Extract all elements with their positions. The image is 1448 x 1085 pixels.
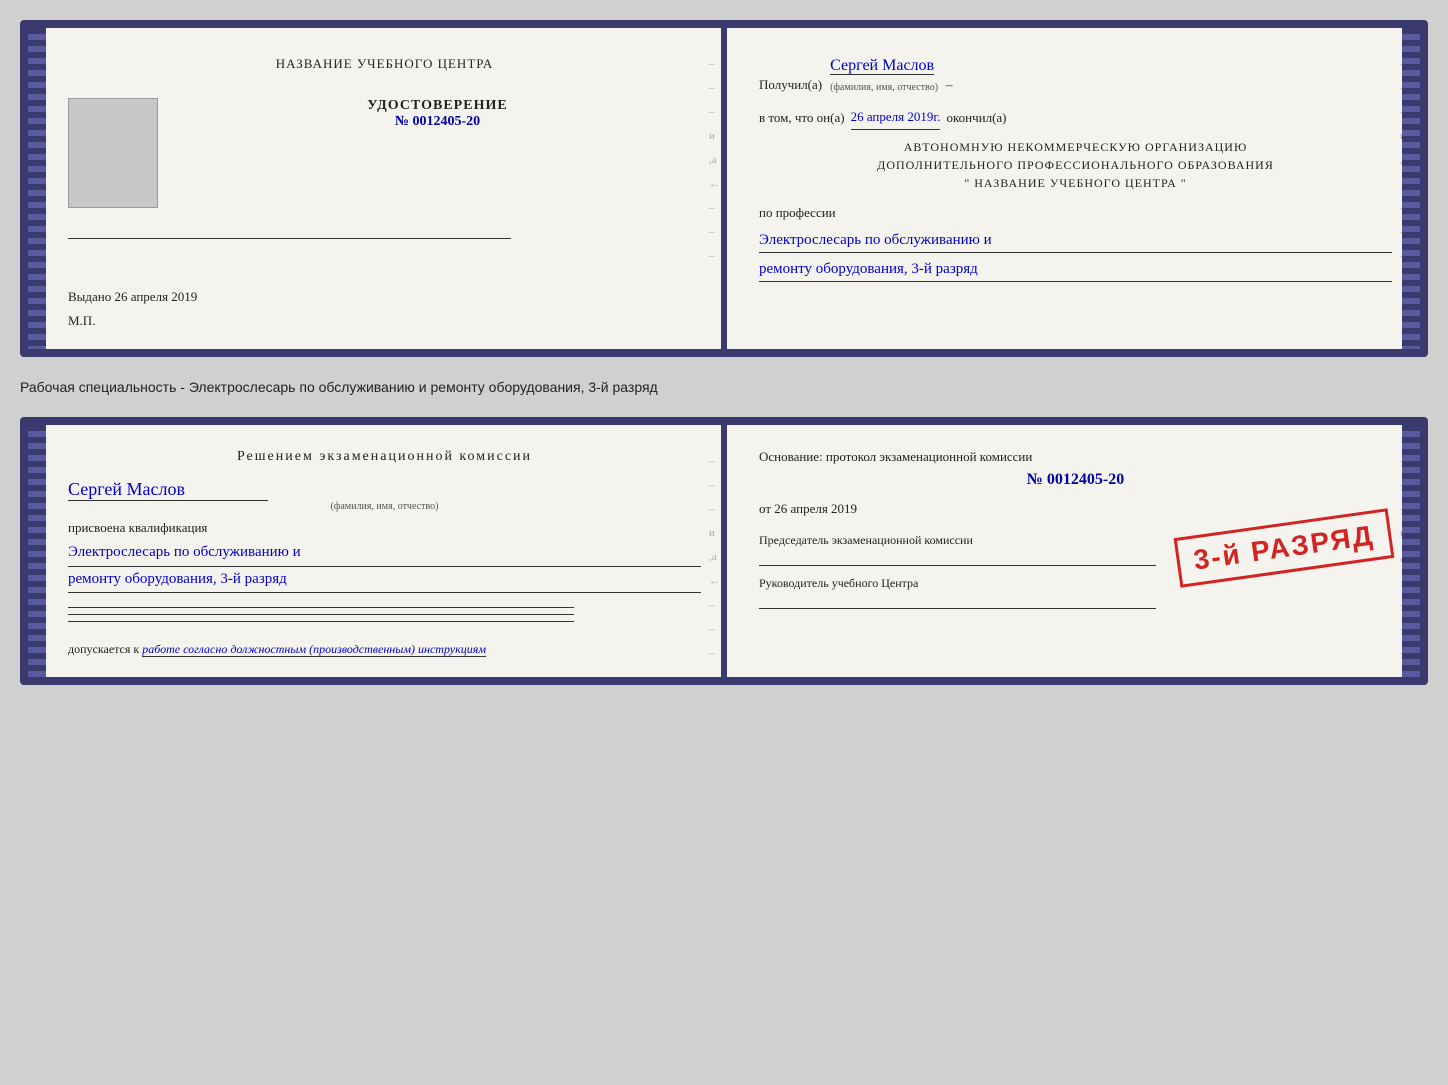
between-label: Рабочая специальность - Электрослесарь п… [20, 375, 1428, 399]
director-label: Руководитель учебного Центра [759, 576, 918, 590]
top-cert-right-page: Получил(а) Сергей Маслов (фамилия, имя, … [729, 28, 1420, 349]
stamp: 3-й РАЗРЯД [1174, 508, 1395, 588]
bottom-border-left [28, 425, 46, 677]
top-certificate: НАЗВАНИЕ УЧЕБНОГО ЦЕНТРА УДОСТОВЕРЕНИЕ №… [20, 20, 1428, 357]
border-right-deco [1402, 28, 1420, 349]
admitted-block: допускается к работе согласно должностны… [68, 642, 701, 657]
decision-title: Решением экзаменационной комиссии [68, 449, 701, 465]
udost-label: УДОСТОВЕРЕНИЕ [174, 98, 701, 114]
top-right-content: Получил(а) Сергей Маслов (фамилия, имя, … [759, 52, 1392, 282]
mp-label: М.П. [68, 313, 701, 329]
org-block: АВТОНОМНУЮ НЕКОММЕРЧЕСКУЮ ОРГАНИЗАЦИЮ ДО… [759, 138, 1392, 192]
director-sig-line [759, 591, 1156, 609]
assigned-label: присвоена квалификация [68, 520, 701, 536]
basis-block: Основание: протокол экзаменационной коми… [759, 449, 1392, 489]
issued-block: Выдано 26 апреля 2019 [68, 289, 701, 305]
qualification-line2: ремонту оборудования, 3-й разряд [68, 567, 701, 594]
profession-line1: Электрослесарь по обслуживанию и [759, 228, 1392, 253]
date-line: в том, что он(а) 26 апреля 2019г. окончи… [759, 106, 1392, 130]
issued-date: 26 апреля 2019 [115, 289, 198, 304]
fio-sub2: (фамилия, имя, отчество) [68, 501, 701, 512]
fio-sub: (фамилия, имя, отчество) [830, 79, 938, 96]
org-line3: " НАЗВАНИЕ УЧЕБНОГО ЦЕНТРА " [759, 174, 1392, 192]
date-value: 26 апреля 2019г. [851, 106, 941, 130]
bottom-cert-left-page: Решением экзаменационной комиссии Сергей… [28, 425, 729, 677]
basis-number: № 0012405-20 [759, 471, 1392, 489]
person-name: Сергей Маслов [68, 479, 268, 501]
stamp-text: 3-й РАЗРЯД [1192, 519, 1376, 575]
bottom-certificate: Решением экзаменационной комиссии Сергей… [20, 417, 1428, 685]
name-block: Сергей Маслов (фамилия, имя, отчество) [68, 479, 701, 512]
profession-block: по профессии Электрослесарь по обслужива… [759, 202, 1392, 282]
received-label: Получил(а) [759, 74, 822, 96]
bottom-border-right [1402, 425, 1420, 677]
basis-date: 26 апреля 2019 [774, 501, 857, 516]
top-cert-left-page: НАЗВАНИЕ УЧЕБНОГО ЦЕНТРА УДОСТОВЕРЕНИЕ №… [28, 28, 729, 349]
director-block: Руководитель учебного Центра [759, 576, 1156, 609]
right-deco: – – – и ,а ← – – – [709, 58, 717, 319]
qualification-line1: Электрослесарь по обслуживанию и [68, 540, 701, 567]
basis-text: Основание: протокол экзаменационной коми… [759, 449, 1032, 464]
border-left-deco [28, 28, 46, 349]
dash1: – [946, 74, 953, 96]
top-cert-title: НАЗВАНИЕ УЧЕБНОГО ЦЕНТРА [68, 56, 701, 72]
page-wrapper: НАЗВАНИЕ УЧЕБНОГО ЦЕНТРА УДОСТОВЕРЕНИЕ №… [20, 20, 1428, 685]
right-deco3: – – – и ,а ← – – – [709, 455, 717, 647]
chairman-sig-line [759, 548, 1156, 566]
chairman-label: Председатель экзаменационной комиссии [759, 533, 973, 547]
chairman-block: Председатель экзаменационной комиссии [759, 533, 1156, 566]
recipient-line: Получил(а) Сергей Маслов (фамилия, имя, … [759, 52, 1392, 96]
date-suffix: окончил(а) [946, 107, 1006, 129]
admitted-prefix: допускается к [68, 642, 139, 656]
date-prefix: в том, что он(а) [759, 107, 845, 129]
profession-line2: ремонту оборудования, 3-й разряд [759, 257, 1392, 282]
recipient-name: Сергей Маслов [830, 57, 934, 75]
udost-number: № 0012405-20 [174, 114, 701, 130]
from-label: от [759, 501, 771, 516]
basis-date-block: от 26 апреля 2019 [759, 501, 1392, 517]
org-line1: АВТОНОМНУЮ НЕКОММЕРЧЕСКУЮ ОРГАНИЗАЦИЮ [759, 138, 1392, 156]
admitted-text: работе согласно должностным (производств… [142, 642, 486, 657]
issued-label: Выдано [68, 289, 111, 304]
org-line2: ДОПОЛНИТЕЛЬНОГО ПРОФЕССИОНАЛЬНОГО ОБРАЗО… [759, 156, 1392, 174]
profession-prefix: по профессии [759, 205, 836, 220]
bottom-cert-right-page: Основание: протокол экзаменационной коми… [729, 425, 1420, 677]
photo-placeholder [68, 98, 158, 208]
